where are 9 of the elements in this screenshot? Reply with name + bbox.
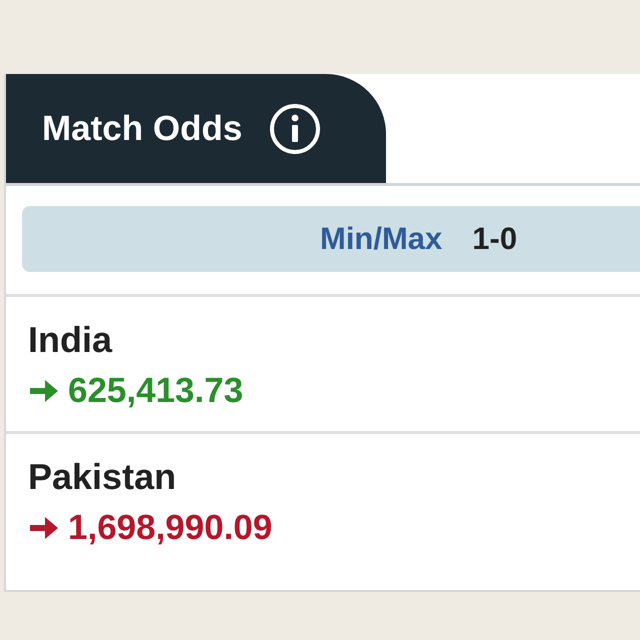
team-name: Pakistan [28,456,178,498]
team-name: India [28,319,114,361]
info-icon[interactable] [268,102,322,156]
min-max-value: 1-0 [472,221,518,257]
tab-title: Match Odds [42,108,242,148]
profit-amount: 625,413.73 [68,371,244,411]
min-max-label: Min/Max [320,221,442,257]
profit-amount: 1,698,990.09 [68,508,272,548]
market-tab[interactable]: Match Odds [6,74,386,183]
